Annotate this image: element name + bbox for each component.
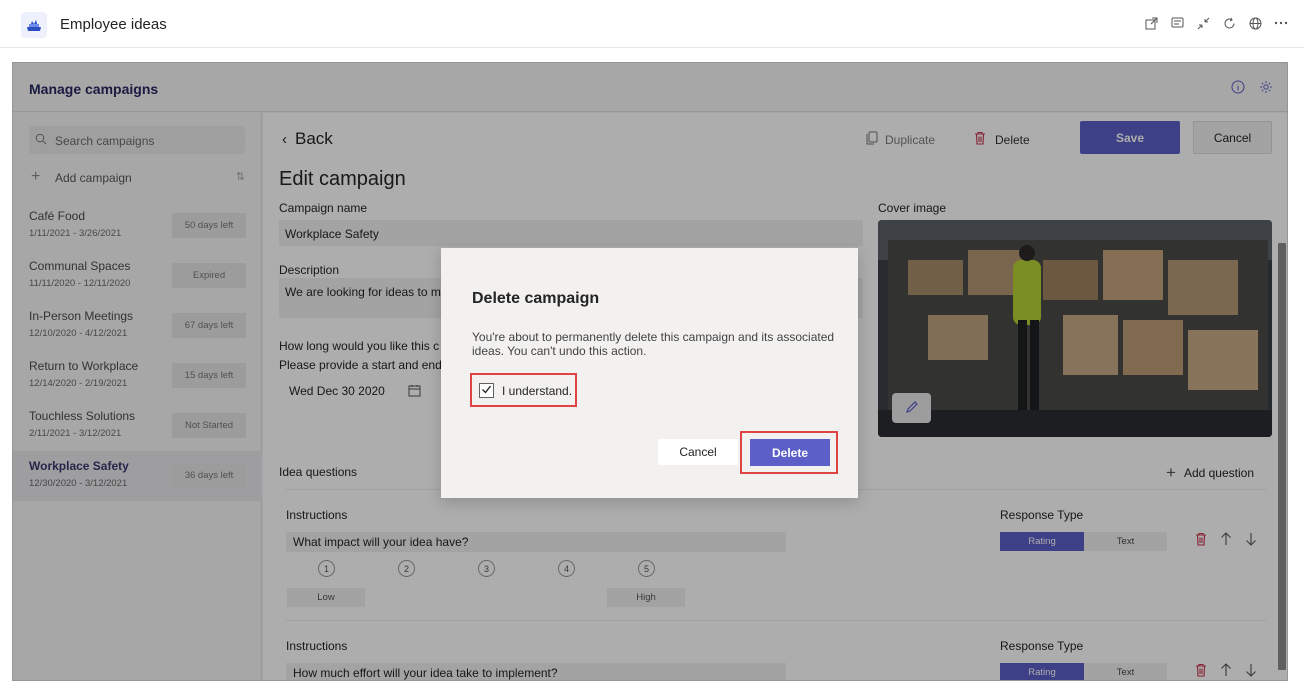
dialog-delete-button[interactable]: Delete xyxy=(750,439,830,466)
checkmark-icon xyxy=(481,384,492,398)
globe-icon[interactable] xyxy=(1246,14,1264,32)
refresh-icon[interactable] xyxy=(1220,14,1238,32)
more-icon[interactable] xyxy=(1272,14,1290,32)
understand-checkbox[interactable] xyxy=(479,383,494,398)
delete-campaign-dialog: Delete campaign You're about to permanen… xyxy=(441,248,858,498)
dialog-title: Delete campaign xyxy=(472,290,600,307)
dialog-cancel-button[interactable]: Cancel xyxy=(658,439,738,465)
popout-icon[interactable] xyxy=(1142,14,1160,32)
collapse-icon[interactable] xyxy=(1194,14,1212,32)
understand-label[interactable]: I understand. xyxy=(502,384,572,398)
chat-icon[interactable] xyxy=(1168,14,1186,32)
understand-checkbox-highlight: I understand. xyxy=(470,373,577,407)
dialog-body: You're about to permanently delete this … xyxy=(472,330,835,358)
delete-button-highlight: Delete xyxy=(740,431,838,474)
app-logo-icon xyxy=(21,12,47,38)
app-title: Employee ideas xyxy=(60,16,167,33)
app-header: Employee ideas xyxy=(0,0,1304,48)
